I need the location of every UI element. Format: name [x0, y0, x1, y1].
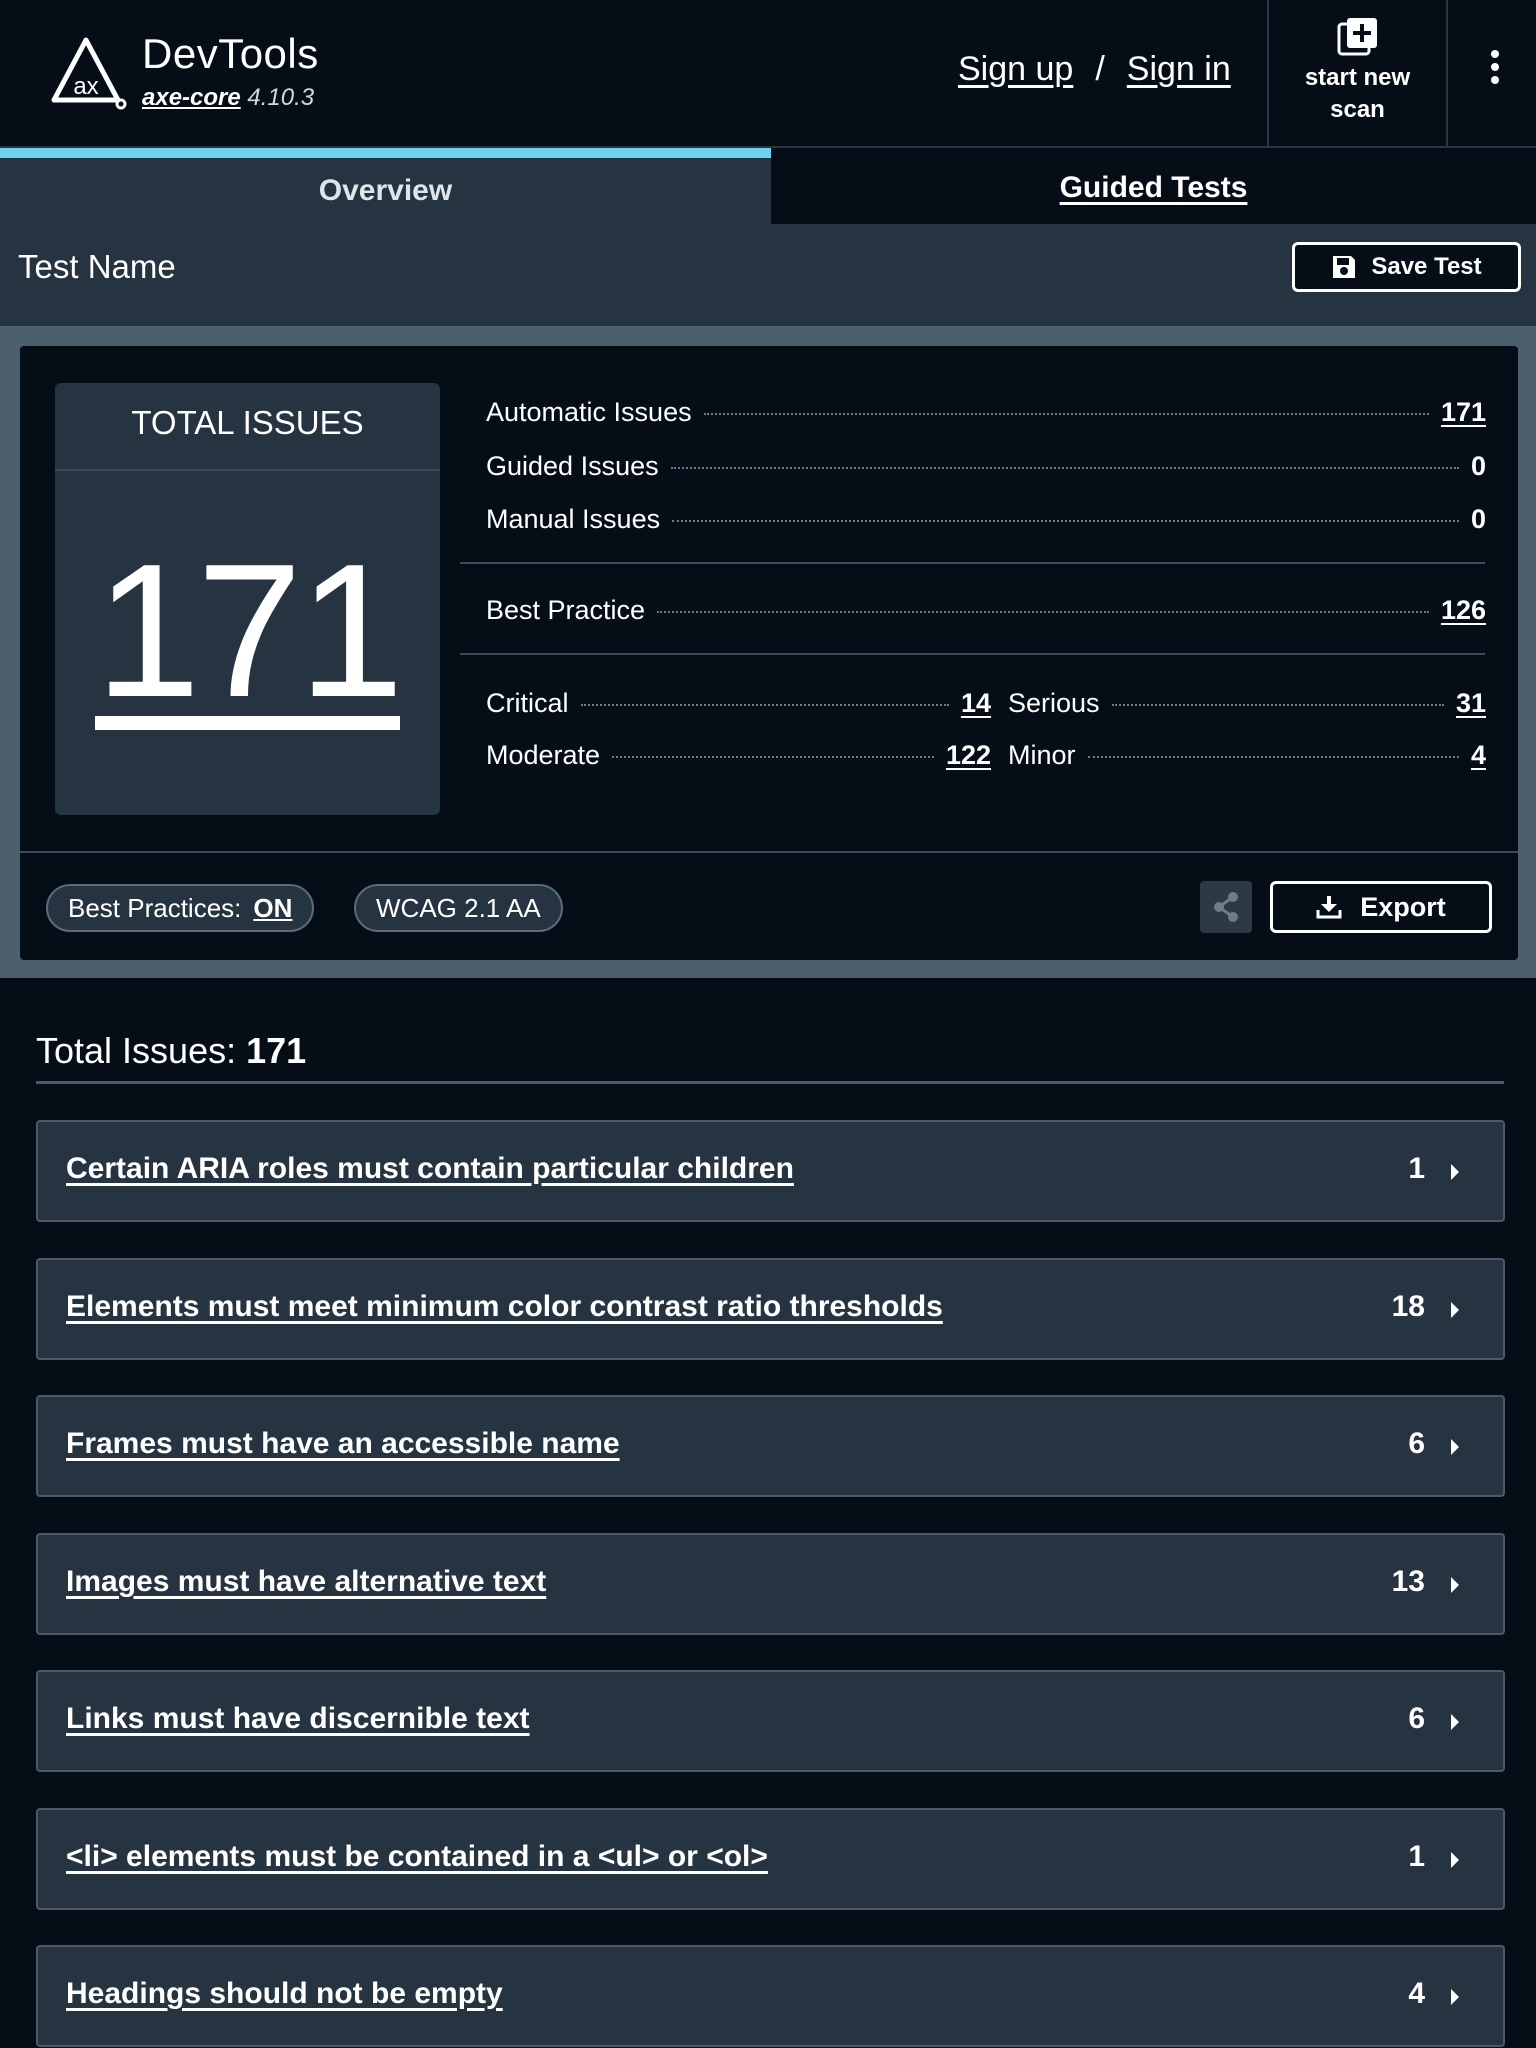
best-practice-count[interactable]: 126 — [1441, 595, 1486, 626]
summary-card: TOTAL ISSUES 171 Automatic Issues 171 Gu… — [20, 346, 1518, 960]
minor-label: Minor — [1008, 740, 1076, 770]
svg-text:ax: ax — [73, 73, 98, 100]
caret-right-icon — [1451, 1164, 1459, 1180]
automatic-issues-count[interactable]: 171 — [1441, 397, 1486, 428]
share-icon — [1214, 892, 1238, 922]
tab-guided-tests[interactable]: Guided Tests — [771, 148, 1536, 224]
critical-row: Critical 14 — [486, 688, 991, 728]
issue-row[interactable]: Elements must meet minimum color contras… — [36, 1258, 1505, 1360]
automatic-issues-row: Automatic Issues 171 — [486, 397, 1486, 437]
version-number: 4.10.3 — [247, 84, 315, 111]
issues-heading-count: 171 — [246, 1030, 307, 1071]
tab-overview[interactable]: Overview — [0, 148, 771, 224]
issue-count: 6 — [1408, 1702, 1425, 1735]
share-button[interactable] — [1200, 881, 1252, 933]
more-options-icon[interactable] — [1480, 50, 1510, 100]
brand-title: DevTools — [142, 30, 319, 77]
caret-right-icon — [1451, 1989, 1459, 2005]
save-test-button[interactable]: Save Test — [1292, 242, 1521, 292]
serious-row: Serious 31 — [1008, 688, 1486, 728]
automatic-issues-label: Automatic Issues — [486, 397, 692, 427]
divider — [460, 562, 1485, 564]
issue-count: 18 — [1391, 1290, 1425, 1323]
critical-count[interactable]: 14 — [961, 688, 991, 719]
moderate-count[interactable]: 122 — [946, 740, 991, 771]
guided-issues-label: Guided Issues — [486, 451, 659, 481]
guided-issues-row: Guided Issues 0 — [486, 451, 1486, 491]
serious-label: Serious — [1008, 688, 1100, 718]
minor-row: Minor 4 — [1008, 740, 1486, 780]
issue-title[interactable]: Headings should not be empty — [66, 1977, 503, 2011]
issue-row[interactable]: Headings should not be empty 4 — [36, 1945, 1505, 2047]
issue-row[interactable]: Links must have discernible text 6 — [36, 1670, 1505, 1772]
manual-issues-label: Manual Issues — [486, 504, 661, 534]
best-practices-value: ON — [253, 893, 293, 923]
moderate-row: Moderate 122 — [486, 740, 991, 780]
issue-count: 13 — [1391, 1565, 1425, 1598]
tab-guided-tests-label: Guided Tests — [1059, 171, 1248, 204]
test-name: Test Name — [18, 248, 176, 285]
guided-issues-count: 0 — [1470, 451, 1486, 481]
divider — [36, 1081, 1504, 1084]
total-issues-box: TOTAL ISSUES 171 — [55, 383, 440, 815]
start-new-scan-button[interactable]: start new scan — [1267, 0, 1448, 148]
app-header: ax DevTools axe-core 4.10.3 Sign up / Sign… — [0, 0, 1536, 148]
caret-right-icon — [1451, 1714, 1459, 1730]
manual-issues-count: 0 — [1470, 504, 1486, 534]
total-issues-label: TOTAL ISSUES — [55, 383, 440, 471]
issue-title[interactable]: <li> elements must be contained in a <ul… — [66, 1840, 768, 1874]
issue-row[interactable]: Certain ARIA roles must contain particul… — [36, 1120, 1505, 1222]
issue-count: 6 — [1408, 1427, 1425, 1460]
issue-count: 1 — [1408, 1840, 1425, 1873]
issue-row[interactable]: Frames must have an accessible name 6 — [36, 1395, 1505, 1497]
best-practice-row: Best Practice 126 — [486, 595, 1486, 635]
divider — [20, 851, 1518, 853]
caret-right-icon — [1451, 1577, 1459, 1593]
start-new-scan-label-2: scan — [1330, 96, 1385, 123]
download-icon — [1316, 896, 1342, 919]
axe-core-link[interactable]: axe-core — [142, 84, 241, 111]
axe-logo-icon: ax — [51, 37, 127, 110]
best-practices-label: Best Practices: — [68, 893, 242, 923]
issue-row[interactable]: <li> elements must be contained in a <ul… — [36, 1808, 1505, 1910]
wcag-standard-badge[interactable]: WCAG 2.1 AA — [354, 884, 563, 932]
issue-title[interactable]: Elements must meet minimum color contras… — [66, 1290, 943, 1324]
issue-count: 4 — [1408, 1977, 1425, 2010]
serious-count[interactable]: 31 — [1456, 688, 1486, 719]
add-scan-icon — [1337, 18, 1377, 56]
critical-label: Critical — [486, 688, 569, 718]
export-label: Export — [1360, 891, 1446, 922]
auth-separator: / — [1095, 50, 1105, 88]
version-info: axe-core 4.10.3 — [142, 84, 314, 112]
divider — [460, 653, 1485, 655]
best-practices-toggle[interactable]: Best Practices: ON — [46, 884, 315, 932]
minor-count[interactable]: 4 — [1471, 740, 1486, 771]
manual-issues-row: Manual Issues 0 — [486, 504, 1486, 544]
auth-links: Sign up / Sign in — [958, 50, 1231, 89]
caret-right-icon — [1451, 1852, 1459, 1868]
save-icon — [1333, 256, 1356, 278]
caret-right-icon — [1451, 1439, 1459, 1455]
total-issues-count[interactable]: 171 — [55, 521, 440, 741]
issue-title[interactable]: Certain ARIA roles must contain particul… — [66, 1152, 794, 1186]
start-new-scan-label-1: start new — [1304, 64, 1411, 91]
issue-count: 1 — [1408, 1152, 1425, 1185]
test-name-bar: Test Name Save Test — [0, 224, 1536, 326]
issue-title[interactable]: Images must have alternative text — [66, 1565, 546, 1599]
save-test-label: Save Test — [1371, 253, 1482, 280]
sign-in-link[interactable]: Sign in — [1127, 50, 1231, 88]
caret-right-icon — [1451, 1302, 1459, 1318]
sign-up-link[interactable]: Sign up — [958, 50, 1073, 88]
issue-title[interactable]: Frames must have an accessible name — [66, 1427, 620, 1461]
moderate-label: Moderate — [486, 740, 601, 770]
best-practice-label: Best Practice — [486, 595, 646, 625]
summary-section: TOTAL ISSUES 171 Automatic Issues 171 Gu… — [0, 326, 1536, 978]
tab-bar: Overview Guided Tests — [0, 148, 1536, 224]
issue-row[interactable]: Images must have alternative text 13 — [36, 1533, 1505, 1635]
issues-heading-label: Total Issues: — [36, 1030, 237, 1071]
issue-title[interactable]: Links must have discernible text — [66, 1702, 530, 1736]
export-button[interactable]: Export — [1270, 881, 1492, 933]
issues-list-heading: Total Issues: 171 — [36, 1030, 306, 1072]
